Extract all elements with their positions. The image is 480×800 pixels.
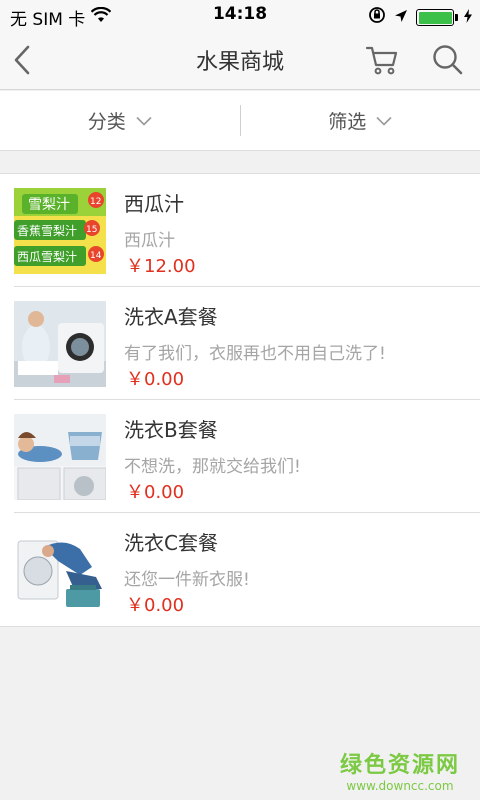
svg-text:14: 14 (90, 251, 102, 261)
chevron-down-icon (376, 116, 392, 126)
svg-text:雪梨汁: 雪梨汁 (28, 197, 70, 213)
laundry-a-thumbnail (14, 301, 106, 387)
product-price: ￥12.00 (126, 256, 196, 277)
chevron-down-icon (136, 116, 152, 126)
search-icon (433, 45, 463, 75)
product-item-laundry-a[interactable]: 洗衣A套餐 有了我们，衣服再也不用自己洗了! ￥0.00 (14, 287, 480, 400)
product-price: ￥0.00 (126, 595, 185, 616)
svg-text:12: 12 (90, 197, 101, 207)
status-right (368, 6, 472, 29)
cart-button[interactable] (364, 44, 400, 76)
category-label: 分类 (87, 111, 126, 133)
product-title: 洗衣C套餐 (124, 531, 218, 555)
product-title: 洗衣B套餐 (124, 418, 218, 442)
charging-bolt-icon (464, 8, 472, 28)
search-button[interactable] (430, 43, 466, 77)
laundry-c-thumbnail (14, 527, 106, 613)
product-item-watermelon-juice[interactable]: 雪梨汁 12 香蕉雪梨汁 15 西瓜雪梨汁 14 西瓜汁 西瓜汁 ￥12.00 (14, 174, 480, 287)
product-price: ￥0.00 (126, 369, 185, 390)
product-title: 西瓜汁 (124, 192, 184, 216)
watermark-url: www.downcc.com (346, 779, 454, 793)
svg-text:西瓜雪梨汁: 西瓜雪梨汁 (17, 250, 77, 264)
product-list: 雪梨汁 12 香蕉雪梨汁 15 西瓜雪梨汁 14 西瓜汁 西瓜汁 ￥12.00 (0, 173, 480, 627)
battery-icon (416, 9, 458, 26)
filter-dropdown[interactable]: 筛选 (241, 91, 480, 150)
laundry-b-thumbnail (14, 414, 106, 500)
product-item-laundry-b[interactable]: 洗衣B套餐 不想洗，那就交给我们! ￥0.00 (14, 400, 480, 513)
location-arrow-icon (394, 8, 408, 28)
watermark-title: 绿色资源网 (339, 753, 460, 778)
filter-label: 筛选 (328, 111, 367, 133)
battery-level (418, 11, 452, 24)
filter-bar: 分类 筛选 (0, 91, 480, 151)
svg-text:15: 15 (86, 225, 97, 235)
product-description: 西瓜汁 (124, 231, 175, 251)
product-description: 不想洗，那就交给我们! (124, 457, 301, 477)
product-price: ￥0.00 (126, 482, 185, 503)
product-description: 还您一件新衣服! (124, 570, 250, 590)
page-title: 水果商城 (195, 50, 284, 75)
product-item-laundry-c[interactable]: 洗衣C套餐 还您一件新衣服! ￥0.00 (14, 513, 480, 626)
cart-icon (365, 46, 398, 75)
category-dropdown[interactable]: 分类 (0, 91, 240, 150)
watermark: 绿色资源网 www.downcc.com (340, 747, 460, 793)
watermelon-juice-thumbnail: 雪梨汁 12 香蕉雪梨汁 15 西瓜雪梨汁 14 (14, 188, 106, 274)
navigation-bar: 水果商城 (0, 30, 480, 90)
product-title: 洗衣A套餐 (124, 305, 218, 329)
svg-text:香蕉雪梨汁: 香蕉雪梨汁 (17, 224, 77, 238)
rotation-lock-icon (368, 6, 386, 29)
product-description: 有了我们，衣服再也不用自己洗了! (124, 344, 386, 364)
status-bar: 无 SIM 卡 14:18 (0, 0, 480, 30)
